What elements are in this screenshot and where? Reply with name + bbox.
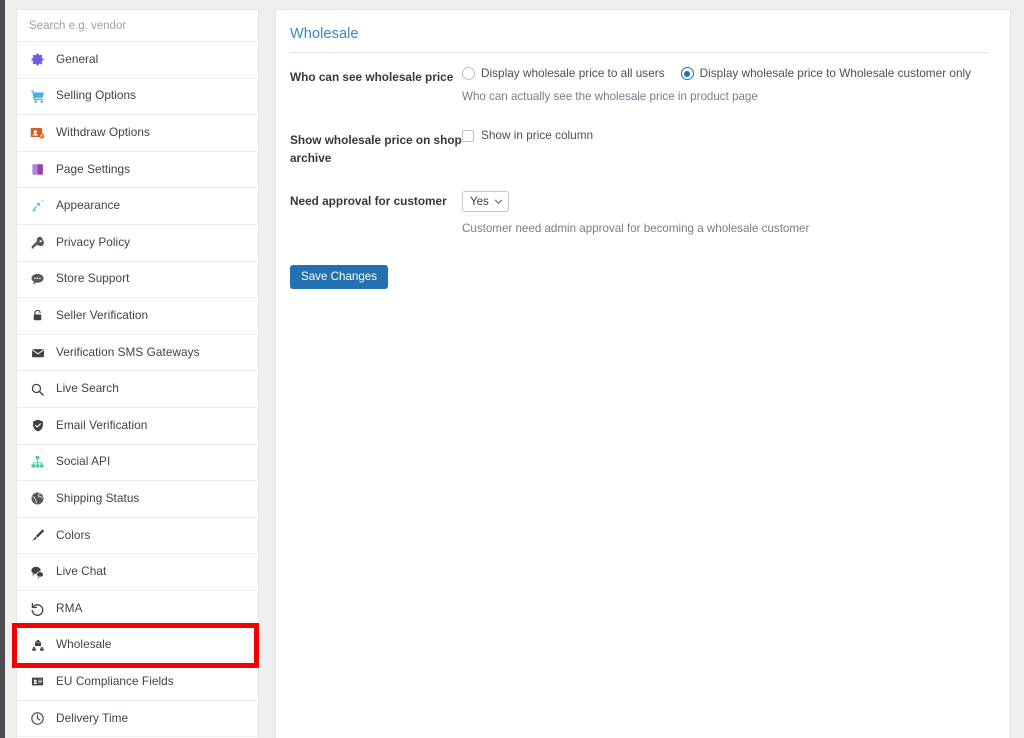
sidebar-item-withdraw-options[interactable]: Withdraw Options	[17, 115, 258, 152]
sidebar-item-social-api[interactable]: Social API	[17, 444, 258, 482]
field-control: Yes Customer need admin approval for bec…	[462, 191, 988, 236]
lock-icon	[29, 307, 46, 324]
field-label: Who can see wholesale price	[290, 70, 454, 84]
sidebar-item-label: RMA	[56, 600, 83, 615]
top-band	[5, 0, 1024, 9]
sidebar-item-label: EU Compliance Fields	[56, 673, 174, 688]
sidebar-item-appearance[interactable]: Appearance	[17, 188, 258, 225]
chevron-down-icon	[494, 197, 503, 206]
settings-sidebar: General Selling Options Withdraw Options Pa…	[12, 9, 259, 738]
sidebar-item-label: Email Verification	[56, 417, 148, 432]
withdraw-icon	[29, 124, 46, 141]
field-who-can-see-wholesale-price: Who can see wholesale price Display whol…	[290, 67, 988, 104]
sidebar-item-colors[interactable]: Colors	[17, 517, 258, 555]
radio-option-label: Display wholesale price to all users	[481, 65, 665, 80]
select-value: Yes	[470, 195, 489, 208]
sidebar-item-label: Page Settings	[56, 161, 131, 176]
settings-page: General Selling Options Withdraw Options Pa…	[0, 0, 1024, 738]
chats-icon	[29, 564, 46, 581]
sidebar-item-label: Verification SMS Gateways	[56, 344, 200, 359]
radio-option-label: Display wholesale price to Wholesale cus…	[699, 65, 972, 80]
gear-icon	[29, 51, 46, 68]
sidebar-item-live-search[interactable]: Live Search	[17, 371, 258, 408]
sidebar-item-eu-compliance-fields[interactable]: EU Compliance Fields	[17, 664, 258, 701]
radio-circle-selected-icon[interactable]	[680, 67, 694, 80]
field-control: Show in price column	[462, 128, 988, 143]
sidebar-item-label: Shipping Status	[56, 491, 140, 506]
selection-highlight-box	[12, 622, 259, 669]
sidebar-item-selling-options[interactable]: Selling Options	[17, 78, 258, 116]
cart-icon	[29, 88, 46, 105]
sidebar-item-verification-sms-gateways[interactable]: Verification SMS Gateways	[17, 334, 258, 372]
id-card-icon	[29, 673, 46, 690]
sidebar-item-live-chat[interactable]: Live Chat	[17, 554, 258, 591]
title-divider	[290, 52, 988, 53]
checkbox-show-in-price-column[interactable]: Show in price column	[462, 128, 988, 143]
sidebar-item-label: Delivery Time	[56, 710, 129, 725]
sidebar-item-label: Colors	[56, 527, 91, 542]
radio-circle-icon[interactable]	[462, 67, 475, 80]
need-approval-select[interactable]: Yes	[462, 191, 509, 213]
sidebar-item-label: Wholesale	[56, 637, 112, 652]
sidebar-item-label: Privacy Policy	[56, 234, 131, 249]
radio-group: Display wholesale price to all users Dis…	[462, 67, 988, 80]
field-show-wholesale-price-on-shop-archive: Show wholesale price on shop archive Sho…	[290, 128, 988, 167]
sidebar-item-label: Store Support	[56, 271, 130, 286]
search-icon	[29, 381, 46, 398]
paintbrush-icon	[29, 527, 46, 544]
sidebar-search-row	[17, 10, 258, 42]
field-control: Display wholesale price to all users Dis…	[462, 67, 988, 104]
sidebar-item-label: Live Search	[56, 381, 119, 396]
sidebar-item-label: Social API	[56, 454, 111, 469]
sidebar-item-email-verification[interactable]: Email Verification	[17, 407, 258, 445]
checkbox-label: Show in price column	[481, 128, 594, 143]
key-icon	[29, 234, 46, 251]
radio-option-wholesale-customer-only[interactable]: Display wholesale price to Wholesale cus…	[680, 65, 972, 80]
sidebar-item-label: Live Chat	[56, 564, 107, 579]
radio-option-all-users[interactable]: Display wholesale price to all users	[462, 67, 665, 80]
left-rail	[0, 0, 5, 738]
sidebar-item-shipping-status[interactable]: Shipping Status	[17, 481, 258, 518]
field-help-text: Who can actually see the wholesale price…	[462, 90, 758, 103]
sidebar-nav-list: General Selling Options Withdraw Options Pa…	[12, 42, 259, 738]
sidebar-item-label: Withdraw Options	[56, 125, 150, 140]
sidebar-item-rma[interactable]: RMA	[17, 590, 258, 628]
sidebar-item-label: Selling Options	[56, 88, 137, 103]
chat-bubble-icon	[29, 271, 46, 288]
checkbox-icon[interactable]	[462, 130, 474, 143]
sidebar-item-privacy-policy[interactable]: Privacy Policy	[17, 224, 258, 262]
brush-icon	[29, 198, 46, 215]
wholesale-icon	[29, 637, 46, 654]
page-title: Wholesale	[290, 26, 359, 42]
field-help-text: Customer need admin approval for becomin…	[462, 222, 810, 236]
sidebar-item-wholesale[interactable]: Wholesale	[12, 622, 259, 669]
sidebar-item-seller-verification[interactable]: Seller Verification	[17, 298, 258, 335]
globe-icon	[29, 490, 46, 507]
undo-icon	[29, 600, 46, 617]
shield-icon	[29, 417, 46, 434]
field-label: Show wholesale price on shop archive	[290, 133, 462, 165]
field-need-approval-for-customer: Need approval for customer Yes Customer …	[290, 191, 988, 236]
sidebar-item-delivery-time[interactable]: Delivery Time	[17, 700, 258, 738]
sidebar-item-store-support[interactable]: Store Support	[17, 261, 258, 299]
sidebar-item-label: Seller Verification	[56, 308, 149, 323]
clock-icon	[29, 710, 46, 727]
network-icon	[29, 454, 46, 471]
save-changes-button[interactable]: Save Changes	[290, 264, 389, 290]
sidebar-item-general[interactable]: General	[17, 42, 258, 79]
envelope-icon	[29, 344, 46, 361]
sidebar-item-page-settings[interactable]: Page Settings	[17, 151, 258, 189]
field-label: Need approval for customer	[290, 194, 447, 209]
pages-icon	[29, 161, 46, 178]
search-input[interactable]	[29, 19, 258, 32]
sidebar-item-label: Appearance	[56, 198, 121, 213]
settings-main-panel: Wholesale Who can see wholesale price Di…	[275, 9, 1011, 738]
sidebar-item-label: General	[56, 51, 99, 66]
